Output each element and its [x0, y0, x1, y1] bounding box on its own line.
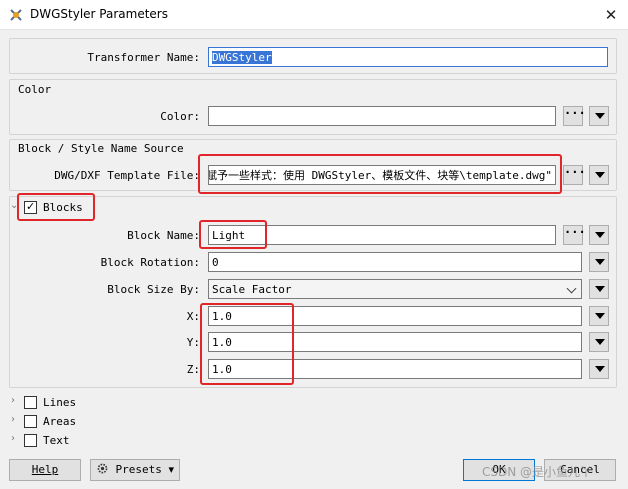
- areas-label: Areas: [43, 415, 77, 428]
- window-title: DWGStyler Parameters: [30, 7, 168, 21]
- color-ellipsis-icon[interactable]: ···: [563, 106, 586, 126]
- areas-chevron-right-icon[interactable]: ›: [11, 414, 15, 425]
- gear-icon: [97, 463, 108, 474]
- source-group-title: Block / Style Name Source: [18, 142, 184, 155]
- block-rotation-input[interactable]: 0: [208, 252, 582, 272]
- lines-checkbox-icon[interactable]: [24, 396, 37, 409]
- x-label: X:: [186, 310, 200, 323]
- text-checkbox-icon[interactable]: [24, 434, 37, 447]
- text-label: Text: [43, 434, 70, 447]
- template-file-ellipsis-icon[interactable]: ···: [563, 165, 586, 185]
- x-dropdown-arrow-icon[interactable]: [589, 306, 609, 326]
- color-dropdown-arrow-icon[interactable]: [589, 106, 609, 126]
- transformer-name-value: DWGStyler: [212, 51, 272, 64]
- color-label: Color:: [160, 110, 200, 123]
- block-size-dropdown-arrow-icon[interactable]: [589, 279, 609, 299]
- blocks-highlight: [17, 193, 95, 221]
- lines-label: Lines: [43, 396, 77, 409]
- color-input[interactable]: [208, 106, 556, 126]
- xyz-highlight: [200, 303, 294, 385]
- block-rotation-label: Block Rotation:: [100, 256, 200, 269]
- block-size-value: Scale Factor: [212, 283, 292, 296]
- y-label: Y:: [186, 336, 200, 349]
- block-name-ellipsis-icon[interactable]: ···: [563, 225, 586, 245]
- block-size-select[interactable]: Scale Factor: [208, 279, 582, 299]
- lines-chevron-right-icon[interactable]: ›: [11, 395, 15, 406]
- presets-button-label: Presets: [115, 463, 162, 476]
- text-chevron-right-icon[interactable]: ›: [11, 433, 15, 444]
- transformer-name-input[interactable]: DWGStyler: [208, 47, 608, 67]
- help-button-label: Help: [31, 463, 59, 476]
- block-name-highlight: [199, 220, 267, 249]
- block-rotation-dropdown-arrow-icon[interactable]: [589, 252, 609, 272]
- block-name-dropdown-arrow-icon[interactable]: [589, 225, 609, 245]
- areas-checkbox-icon[interactable]: [24, 415, 37, 428]
- presets-button[interactable]: Presets ▾: [90, 459, 180, 481]
- template-file-label: DWG/DXF Template File:: [54, 169, 200, 182]
- watermark: CSDN @是小鱼儿丫: [482, 465, 593, 479]
- template-file-dropdown-arrow-icon[interactable]: [589, 165, 609, 185]
- z-label: Z:: [186, 363, 200, 376]
- help-button[interactable]: Help: [9, 459, 81, 481]
- color-group-title: Color: [18, 83, 52, 96]
- close-icon[interactable]: ✕: [600, 4, 622, 26]
- app-icon: [10, 9, 22, 21]
- y-dropdown-arrow-icon[interactable]: [589, 332, 609, 352]
- block-size-label: Block Size By:: [107, 283, 200, 296]
- transformer-name-label: Transformer Name:: [87, 51, 200, 64]
- z-dropdown-arrow-icon[interactable]: [589, 359, 609, 379]
- template-file-highlight: [198, 154, 562, 194]
- presets-dropdown-icon: ▾: [168, 463, 175, 476]
- block-name-label: Block Name:: [127, 229, 200, 242]
